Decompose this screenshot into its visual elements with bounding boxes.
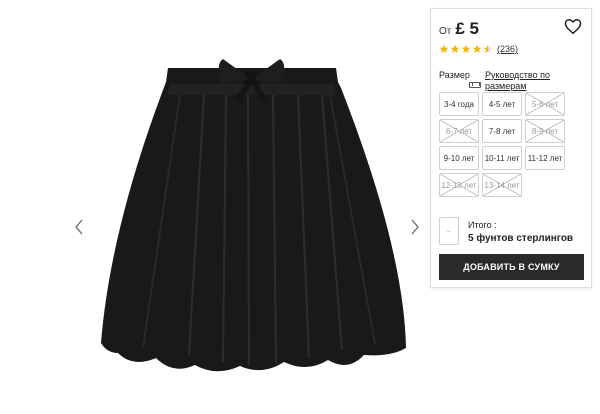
size-option-6-7[interactable]: 6-7 лет bbox=[439, 119, 479, 143]
purchase-panel: От £ 5 (236) Размер Руководство по разме… bbox=[430, 8, 592, 288]
price-prefix: От bbox=[439, 26, 452, 37]
size-option-5-6[interactable]: 5-6 лет bbox=[525, 92, 565, 116]
size-label: Размер bbox=[439, 70, 470, 80]
star-icon bbox=[461, 44, 471, 53]
price-value: £ 5 bbox=[455, 19, 479, 38]
total-value: 5 фунтов стерлингов bbox=[468, 233, 574, 244]
unavailable-cross bbox=[483, 174, 521, 196]
add-to-bag-button[interactable]: ДОБАВИТЬ В СУМКУ bbox=[439, 254, 584, 280]
star-icon bbox=[472, 44, 482, 53]
size-option-13-14[interactable]: 13-14 лет bbox=[482, 173, 522, 197]
size-option-11-12[interactable]: 11-12 лет bbox=[525, 146, 565, 170]
size-option-label: 3-4 года bbox=[444, 99, 474, 109]
size-header: Размер Руководство по размерам bbox=[439, 70, 550, 91]
unavailable-cross bbox=[526, 93, 564, 115]
size-option-label: 11-12 лет bbox=[527, 153, 563, 163]
unavailable-cross bbox=[526, 120, 564, 142]
rating-stars bbox=[439, 44, 493, 54]
total-info: Итого : 5 фунтов стерлингов bbox=[468, 217, 573, 244]
size-option-label: 10-11 лет bbox=[484, 153, 520, 163]
review-count-link[interactable]: (236) bbox=[497, 44, 518, 54]
half-star-icon bbox=[483, 44, 493, 53]
chevron-right-icon[interactable] bbox=[410, 218, 424, 236]
size-option-9-10[interactable]: 9-10 лет bbox=[439, 146, 479, 170]
unavailable-cross bbox=[440, 174, 478, 196]
size-options: 3-4 года 4-5 лет 5-6 лет 6-7 лет 7-8 лет… bbox=[439, 92, 565, 197]
size-option-4-5[interactable]: 4-5 лет bbox=[482, 92, 522, 116]
product-gallery bbox=[0, 0, 430, 414]
heart-icon[interactable] bbox=[564, 18, 582, 35]
star-icon bbox=[439, 44, 449, 53]
size-option-label: 7-8 лет bbox=[488, 126, 516, 136]
chevron-left-icon[interactable] bbox=[74, 218, 88, 236]
size-option-7-8[interactable]: 7-8 лет bbox=[482, 119, 522, 143]
ruler-icon bbox=[469, 82, 481, 88]
size-option-label: 4-5 лет bbox=[488, 99, 516, 109]
total-summary: – Итого : 5 фунтов стерлингов bbox=[439, 217, 573, 245]
minus-icon: – bbox=[447, 229, 451, 235]
unavailable-cross bbox=[440, 120, 478, 142]
size-option-label: 9-10 лет bbox=[443, 153, 475, 163]
product-image bbox=[101, 59, 406, 372]
star-icon bbox=[450, 44, 460, 53]
quantity-selector[interactable]: – bbox=[439, 217, 459, 245]
size-option-8-9[interactable]: 8-9 лет bbox=[525, 119, 565, 143]
product-rating: (236) bbox=[439, 44, 518, 54]
total-label: Итого : bbox=[468, 220, 497, 230]
size-option-3-4[interactable]: 3-4 года bbox=[439, 92, 479, 116]
size-guide-link[interactable]: Руководство по размерам bbox=[485, 70, 559, 92]
price: От £ 5 bbox=[439, 19, 479, 39]
size-option-10-11[interactable]: 10-11 лет bbox=[482, 146, 522, 170]
size-option-12-13[interactable]: 12-13 лет bbox=[439, 173, 479, 197]
